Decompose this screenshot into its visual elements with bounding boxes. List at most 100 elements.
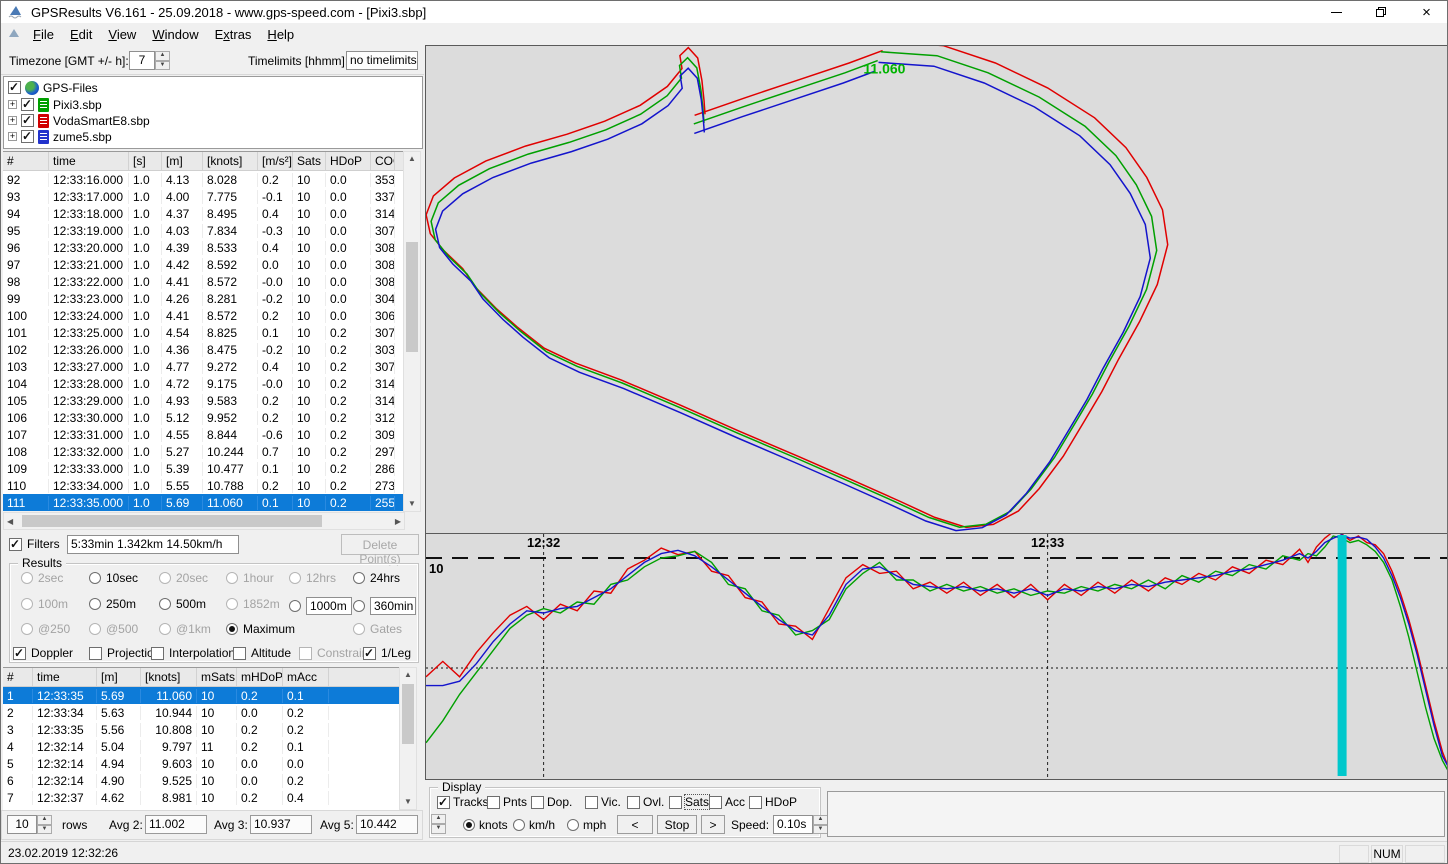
- stop-button[interactable]: Stop: [657, 815, 697, 834]
- option-interpolation[interactable]: Interpolation: [151, 646, 235, 660]
- timezone-spinner[interactable]: ▲▼: [155, 51, 170, 70]
- result-option-1km[interactable]: @1km: [159, 622, 211, 636]
- tree-item-Pixi3.sbp[interactable]: +Pixi3.sbp: [8, 96, 102, 113]
- scroll-down-icon[interactable]: ▼: [404, 500, 420, 508]
- column-header-7[interactable]: HDoP: [326, 152, 371, 170]
- menu-help[interactable]: Help: [259, 24, 302, 45]
- checkbox-icon[interactable]: [151, 647, 164, 660]
- checkbox-icon[interactable]: [531, 796, 544, 809]
- radio-icon[interactable]: [463, 819, 475, 831]
- table-row[interactable]: 10812:33:32.0001.05.2710.2440.7100.2297.…: [3, 443, 421, 460]
- expand-icon[interactable]: +: [8, 100, 17, 109]
- radio-icon[interactable]: [567, 819, 579, 831]
- speed-spinner[interactable]: ▲▼: [813, 815, 828, 834]
- display-tracks[interactable]: Tracks: [437, 795, 489, 809]
- tree-item-VodaSmartE8.sbp[interactable]: +VodaSmartE8.sbp: [8, 112, 150, 129]
- table-row[interactable]: 712:32:374.628.981100.20.4: [3, 789, 399, 806]
- scroll-thumb[interactable]: [402, 684, 414, 744]
- result-option-500m[interactable]: 500m: [159, 597, 206, 611]
- delete-points-button[interactable]: Delete Point(s): [341, 534, 419, 555]
- scroll-down-icon[interactable]: ▼: [400, 798, 416, 806]
- display-ovl[interactable]: Ovl.: [627, 795, 664, 809]
- table-row[interactable]: 10212:33:26.0001.04.368.475-0.2100.2303.…: [3, 341, 421, 358]
- checkbox-icon[interactable]: [89, 647, 102, 660]
- table-row[interactable]: 9812:33:22.0001.04.418.572-0.0100.0308.6: [3, 273, 421, 290]
- display-pnts[interactable]: Pnts: [487, 795, 527, 809]
- radio-icon[interactable]: [159, 623, 171, 635]
- tree-item-zume5.sbp[interactable]: +zume5.sbp: [8, 128, 112, 145]
- root-checkbox[interactable]: [8, 81, 21, 94]
- radio-icon[interactable]: [89, 623, 101, 635]
- column-header-5[interactable]: [m/s²]: [258, 152, 293, 170]
- expand-icon[interactable]: +: [8, 116, 17, 125]
- table-row[interactable]: 10112:33:25.0001.04.548.8250.1100.2307.8: [3, 324, 421, 341]
- column-header-6[interactable]: Sats: [293, 152, 326, 170]
- option-constrain[interactable]: Constrain: [299, 646, 368, 660]
- radio-icon[interactable]: [353, 600, 365, 612]
- column-header-0[interactable]: #: [3, 152, 49, 170]
- option-projection[interactable]: Projection: [89, 646, 160, 660]
- results-table-vscrollbar[interactable]: ▲ ▼: [399, 667, 417, 810]
- checkbox-icon[interactable]: [233, 647, 246, 660]
- table-row[interactable]: 11012:33:34.0001.05.5510.7880.2100.2273.…: [3, 477, 421, 494]
- table-row[interactable]: 612:32:144.909.525100.00.2: [3, 772, 399, 789]
- result-option-24hrs[interactable]: 24hrs: [353, 571, 400, 585]
- option-1leg[interactable]: 1/Leg: [363, 646, 411, 660]
- result-option-2sec[interactable]: 2sec: [21, 571, 63, 585]
- option-doppler[interactable]: Doppler: [13, 646, 73, 660]
- column-header-8[interactable]: COG: [371, 152, 395, 170]
- file-checkbox[interactable]: [21, 98, 34, 111]
- filters-input[interactable]: 5:33min 1.342km 14.50km/h: [67, 535, 239, 554]
- result-option-250m[interactable]: 250m: [89, 597, 136, 611]
- table-row[interactable]: 10612:33:30.0001.05.129.9520.2100.2312.8: [3, 409, 421, 426]
- scroll-thumb[interactable]: [406, 242, 418, 352]
- column-header-0[interactable]: #: [3, 668, 33, 686]
- table-row[interactable]: 9912:33:23.0001.04.268.281-0.2100.0304.0: [3, 290, 421, 307]
- display-sats[interactable]: Sats: [669, 795, 709, 809]
- unit-mph[interactable]: mph: [567, 818, 606, 832]
- rows-count-input[interactable]: 10: [7, 815, 37, 834]
- radio-icon[interactable]: [89, 598, 101, 610]
- menu-view[interactable]: View: [100, 24, 144, 45]
- custom-distance-input[interactable]: 1000m: [306, 597, 352, 615]
- restore-button[interactable]: [1359, 1, 1404, 23]
- table-row[interactable]: 10512:33:29.0001.04.939.5830.2100.2314.9: [3, 392, 421, 409]
- result-option-maximum[interactable]: Maximum: [226, 622, 295, 636]
- result-option-10sec[interactable]: 10sec: [89, 571, 138, 585]
- menu-window[interactable]: Window: [144, 24, 206, 45]
- radio-icon[interactable]: [226, 572, 238, 584]
- table-row[interactable]: 212:33:345.6310.944100.00.2: [3, 704, 399, 721]
- table-row[interactable]: 9412:33:18.0001.04.378.4950.4100.0314.9: [3, 205, 421, 222]
- checkbox-icon[interactable]: [13, 647, 26, 660]
- file-checkbox[interactable]: [21, 130, 34, 143]
- checkbox-icon[interactable]: [299, 647, 312, 660]
- menu-edit[interactable]: Edit: [62, 24, 100, 45]
- expand-icon[interactable]: +: [8, 132, 17, 141]
- selected-point-highlight[interactable]: [1338, 535, 1347, 776]
- table-row[interactable]: 9212:33:16.0001.04.138.0280.2100.0353.2: [3, 171, 421, 188]
- display-vic[interactable]: Vic.: [585, 795, 621, 809]
- display-hdop[interactable]: HDoP: [749, 795, 797, 809]
- speed-input[interactable]: 0.10s: [773, 815, 813, 834]
- table-row[interactable]: 9712:33:21.0001.04.428.5920.0100.0308.3: [3, 256, 421, 273]
- display-dop[interactable]: Dop.: [531, 795, 572, 809]
- scroll-thumb[interactable]: [22, 515, 322, 527]
- column-header-5[interactable]: mHDoP: [237, 668, 283, 686]
- scroll-left-icon[interactable]: ◀: [7, 518, 13, 526]
- scroll-right-icon[interactable]: ▶: [395, 518, 401, 526]
- column-header-6[interactable]: mAcc: [283, 668, 329, 686]
- speed-chart-panel[interactable]: 12:3212:3310: [425, 534, 1448, 780]
- radio-icon[interactable]: [226, 623, 238, 635]
- column-header-2[interactable]: [s]: [129, 152, 162, 170]
- menu-file[interactable]: File: [25, 24, 62, 45]
- file-checkbox[interactable]: [21, 114, 34, 127]
- column-header-4[interactable]: [knots]: [203, 152, 258, 170]
- table-row[interactable]: 11112:33:35.0001.05.6911.0600.1100.2255.…: [3, 494, 421, 511]
- unit-kmh[interactable]: km/h: [513, 818, 555, 832]
- table-row[interactable]: 9612:33:20.0001.04.398.5330.4100.0308.9: [3, 239, 421, 256]
- checkbox-icon[interactable]: [627, 796, 640, 809]
- result-option-360min[interactable]: 360min: [353, 597, 416, 615]
- column-header-4[interactable]: mSats: [197, 668, 237, 686]
- filters-checkbox[interactable]: [9, 538, 22, 551]
- table-row[interactable]: 10712:33:31.0001.04.558.844-0.6100.2309.…: [3, 426, 421, 443]
